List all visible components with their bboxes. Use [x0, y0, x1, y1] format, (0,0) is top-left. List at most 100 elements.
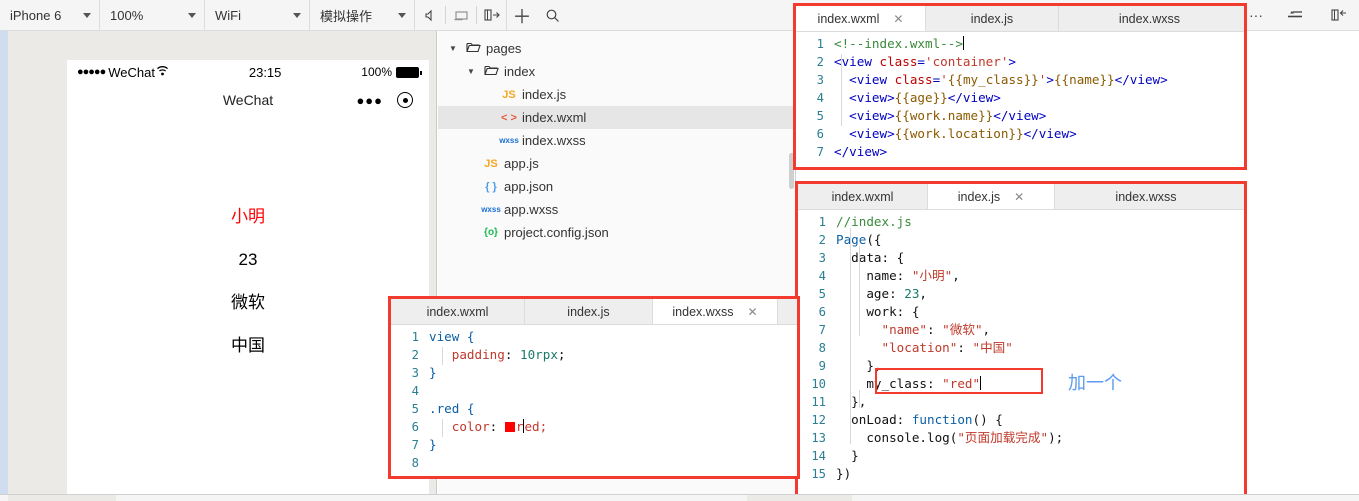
file-tree-label: index.wxss	[522, 133, 586, 148]
wxml-file-icon: < >	[501, 111, 517, 124]
editor-tab[interactable]: index.js ✕	[928, 184, 1055, 209]
code-line-number: 6	[411, 420, 419, 434]
folder-open-icon	[478, 64, 504, 79]
file-tree-row[interactable]: ▼ pages	[438, 37, 795, 60]
code-line: 4	[391, 382, 797, 400]
close-icon[interactable]: ✕	[893, 12, 903, 26]
chevron-down-icon	[188, 12, 196, 18]
editor-panel-wxss: index.wxml index.js index.wxss ✕ 1 view {2 p…	[388, 296, 800, 479]
compile-icon[interactable]	[1271, 0, 1319, 30]
code-line-text: work: {	[836, 303, 919, 321]
code-line-number: 8	[818, 341, 826, 355]
simulate-select[interactable]: 模拟操作	[310, 0, 415, 30]
network-select[interactable]: WiFi	[205, 0, 310, 30]
code-token: :	[504, 347, 520, 362]
editor-tab[interactable]: index.wxml ✕	[796, 6, 926, 31]
code-line-number: 2	[411, 348, 419, 362]
code-line-number: 5	[818, 287, 826, 301]
close-icon[interactable]: ✕	[748, 305, 758, 319]
chevron-down-icon[interactable]: ▼	[464, 67, 478, 76]
more-dots-icon[interactable]: ●●●	[356, 93, 383, 108]
code-token: ;	[557, 347, 566, 362]
code-line: 13 console.log("页面加载完成");	[798, 429, 1244, 447]
code-token: <view	[834, 72, 895, 87]
code-token: </view>	[1114, 72, 1168, 87]
code-token: </view>	[993, 108, 1047, 123]
close-icon[interactable]: ✕	[1014, 190, 1024, 204]
zoom-select[interactable]: 100%	[100, 0, 205, 30]
code-token: },	[836, 394, 867, 409]
add-icon[interactable]: ＋	[507, 0, 537, 30]
config-file-icon: {o}	[484, 227, 498, 238]
code-token: :	[489, 419, 505, 434]
editor-tab[interactable]: index.wxss	[1055, 184, 1237, 209]
page-value-work-name: 微软	[231, 293, 265, 312]
editor-tab[interactable]: index.wxml	[798, 184, 928, 209]
js-file-icon: JS	[484, 157, 498, 170]
code-token: </view>	[834, 144, 888, 159]
code-line-number: 7	[411, 438, 419, 452]
editor-code-wxss[interactable]: 1 view {2 padding: 10rpx; 3} 4 5 .red {6 colo…	[391, 325, 797, 472]
code-line-text: padding: 10rpx;	[429, 346, 566, 364]
highlight-box-my-class	[875, 368, 1043, 394]
file-tree-row[interactable]: wxss app.wxss	[438, 198, 795, 221]
volume-icon[interactable]	[415, 0, 445, 30]
phone-nav-bar: WeChat ●●●	[67, 84, 429, 116]
color-swatch-icon[interactable]	[504, 422, 515, 432]
code-line-number: 11	[811, 395, 826, 409]
code-line-text: },	[836, 393, 866, 411]
code-token: name:	[836, 268, 912, 283]
editor-tab[interactable]: index.wxss ✕	[653, 299, 778, 324]
code-line-text: name: "小明",	[836, 267, 960, 285]
editor-code-wxml[interactable]: 1 <!--index.wxml--> 2 <view class='containe…	[796, 32, 1244, 161]
code-token: ,	[952, 268, 960, 283]
file-tree-row[interactable]: {o} project.config.json	[438, 221, 795, 244]
file-tree-row[interactable]: JS app.js	[438, 152, 795, 175]
page-value-age: 23	[238, 250, 258, 269]
annotation-add-one: 加一个	[1068, 373, 1122, 393]
code-token: <view>	[834, 108, 895, 123]
code-token: () {	[972, 412, 1003, 427]
indent-guide	[442, 419, 443, 437]
editor-tab[interactable]: index.js	[926, 6, 1059, 31]
file-tree-row[interactable]: wxss index.wxss	[438, 129, 795, 152]
code-token: </view>	[1023, 126, 1077, 141]
code-token: 23	[904, 286, 920, 301]
code-line-number: 4	[818, 269, 826, 283]
panel-left-icon[interactable]	[1319, 0, 1359, 30]
target-circle-icon[interactable]	[397, 92, 413, 108]
code-line: 8	[391, 454, 797, 472]
page-value-work-location: 中国	[231, 336, 265, 355]
indent-guide	[859, 390, 860, 408]
code-line-number: 4	[816, 91, 824, 105]
code-token: Page	[836, 232, 867, 247]
code-token: work: {	[836, 304, 920, 319]
code-line-text: </view>	[834, 143, 887, 161]
device-select[interactable]: iPhone 6	[0, 0, 100, 30]
screen-icon[interactable]	[446, 0, 476, 30]
search-icon[interactable]	[537, 0, 567, 30]
editor-code-js[interactable]: 1//index.js 2 Page({3 data: {4 name: "小明",…	[798, 210, 1244, 483]
chevron-down-icon[interactable]: ▼	[446, 44, 460, 53]
file-tree-row[interactable]: ▼ index	[438, 60, 795, 83]
editor-tab[interactable]: index.wxss	[1059, 6, 1240, 31]
code-line-number: 1	[411, 330, 419, 344]
panel-right-icon[interactable]	[477, 0, 507, 30]
file-tree-row[interactable]: JS index.js	[438, 83, 795, 106]
code-line-text: console.log("页面加载完成");	[836, 429, 1063, 447]
code-line-text: <view>{{age}}</view>	[834, 89, 1001, 107]
editor-tab[interactable]: index.js	[525, 299, 653, 324]
code-line: 5 <view>{{work.name}}</view>	[796, 107, 1244, 125]
code-line: 6 color: red;	[391, 418, 797, 436]
editor-tab[interactable]: index.wxml	[391, 299, 525, 324]
editor-tab-label: index.js	[567, 304, 610, 319]
wifi-icon	[156, 65, 169, 79]
file-tree-row[interactable]: { } app.json	[438, 175, 795, 198]
code-token: })	[836, 466, 852, 481]
code-line: 11 },	[798, 393, 1244, 411]
signal-icon: ●●●●●	[77, 66, 106, 78]
file-tree-row[interactable]: < > index.wxml	[438, 106, 795, 129]
editor-panel-js: index.wxml index.js ✕ index.wxss 1 //index.j…	[795, 181, 1247, 497]
